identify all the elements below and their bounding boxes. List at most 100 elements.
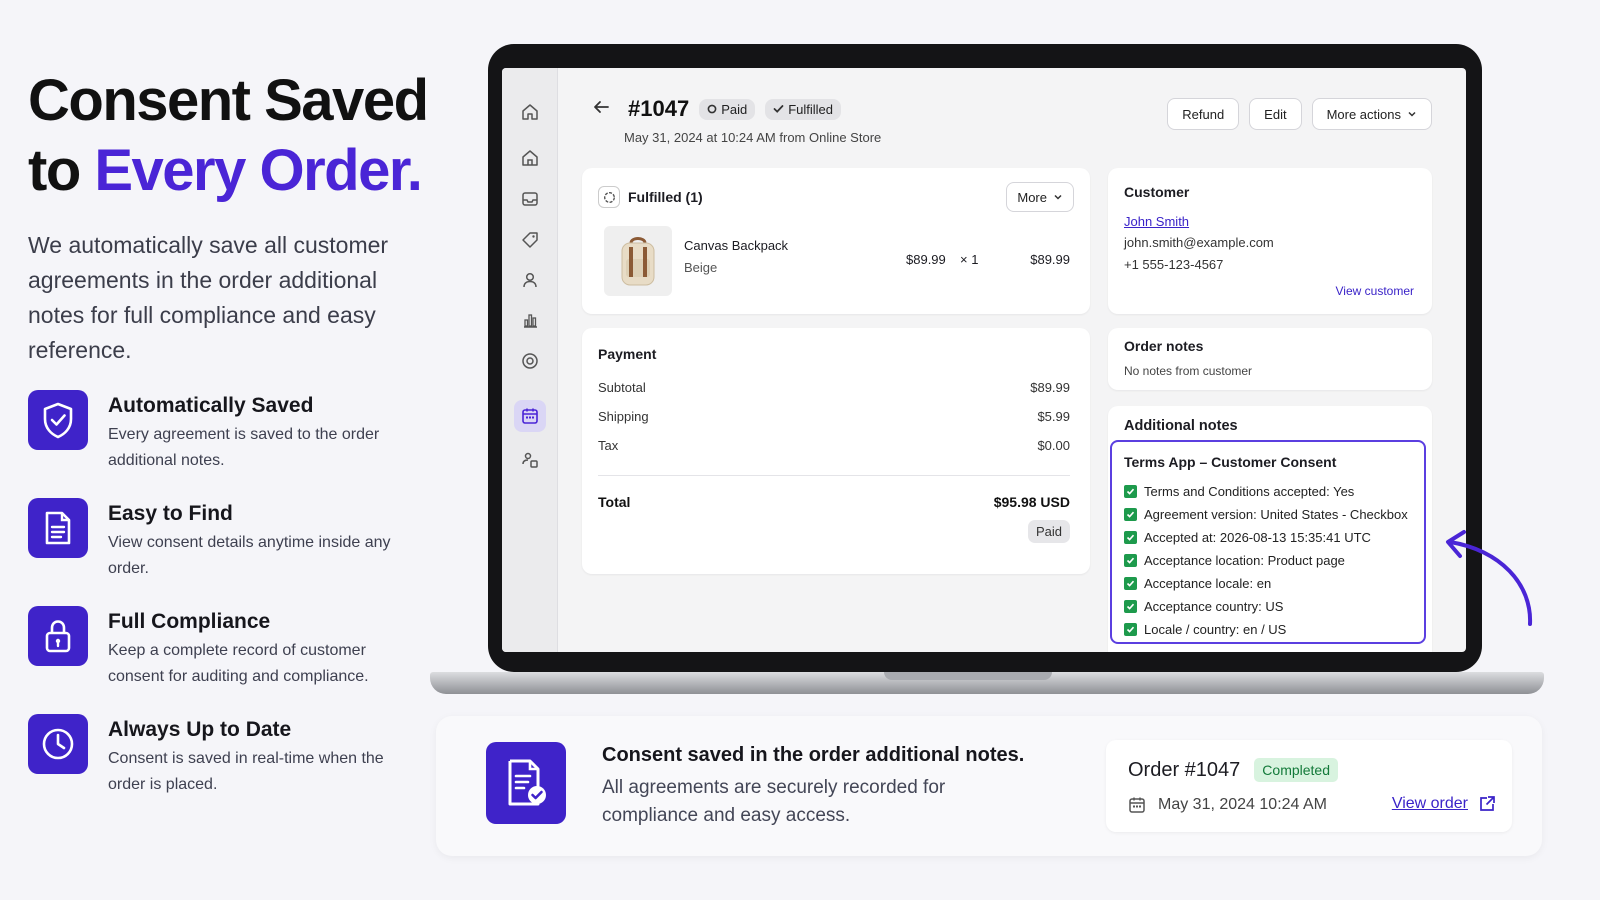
- product-total: $89.99: [1030, 252, 1070, 267]
- order-notes-text: No notes from customer: [1124, 364, 1253, 378]
- admin-screen: #1047 Paid Fulfilled May 31, 2024 at 10:…: [502, 68, 1466, 652]
- hero-title-accent: Every Order.: [94, 138, 423, 203]
- consent-item: Accepted at: 2026-08-13 15:35:41 UTC: [1124, 526, 1408, 549]
- calendar-icon: [1129, 797, 1145, 813]
- customer-name-link[interactable]: John Smith: [1124, 214, 1189, 229]
- payment-total: Total $95.98 USD: [598, 494, 1070, 510]
- analytics-icon[interactable]: [514, 304, 546, 336]
- inbox-icon[interactable]: [514, 183, 546, 215]
- fulfilled-more-button[interactable]: More: [1006, 182, 1074, 212]
- consent-item-text: Locale / country: en / US: [1144, 622, 1287, 637]
- customer-phone: +1 555-123-4567: [1124, 257, 1224, 272]
- marketing-target-icon[interactable]: [514, 345, 546, 377]
- feature-item: Automatically Saved Every agreement is s…: [28, 390, 428, 498]
- order-summary-label: Order #1047: [1128, 758, 1241, 781]
- view-order-link[interactable]: View order: [1392, 795, 1496, 813]
- calendar-app-icon[interactable]: [514, 400, 546, 432]
- feature-desc: Every agreement is saved to the order ad…: [108, 426, 380, 469]
- fulfilled-badge: Fulfilled: [765, 98, 842, 120]
- checkbox-checked-icon: [1124, 623, 1137, 636]
- hero-intro: We automatically save all customer agree…: [28, 232, 389, 363]
- payment-status-badge: Paid: [1027, 520, 1070, 543]
- fulfilled-title: Fulfilled (1): [628, 189, 703, 205]
- payment-line: Subtotal $89.99: [598, 380, 1070, 409]
- product-quantity: × 1: [960, 252, 979, 267]
- feature-list: Automatically Saved Every agreement is s…: [28, 390, 428, 822]
- consent-item-text: Agreement version: United States - Check…: [1144, 507, 1408, 522]
- order-number: #1047: [628, 96, 690, 121]
- checkbox-checked-icon: [1124, 531, 1137, 544]
- fulfilled-more-label: More: [1017, 189, 1047, 205]
- payment-total-label: Total: [598, 494, 631, 510]
- payment-line-value: $89.99: [1030, 380, 1070, 395]
- consent-item: Acceptance country: US: [1124, 595, 1408, 618]
- product-name[interactable]: Canvas Backpack: [684, 238, 788, 253]
- order-header: #1047 Paid Fulfilled May 31, 2024 at 10:…: [592, 96, 881, 145]
- order-date: May 31, 2024 at 10:24 AM from Online Sto…: [624, 130, 882, 145]
- edit-button[interactable]: Edit: [1249, 98, 1302, 130]
- orders-home-icon[interactable]: [514, 142, 546, 174]
- product-variant: Beige: [684, 260, 718, 275]
- feature-item: Always Up to Date Consent is saved in re…: [28, 714, 428, 822]
- product-price: $89.99: [906, 252, 946, 267]
- refund-button[interactable]: Refund: [1167, 98, 1240, 130]
- consent-item: Acceptance location: Product page: [1124, 549, 1408, 572]
- customer-title: Customer: [1124, 184, 1190, 200]
- view-customer-link[interactable]: View customer: [1336, 284, 1414, 298]
- hero-title-line1: Consent Saved: [28, 68, 429, 133]
- external-link-icon: [1480, 796, 1495, 811]
- consent-title: Terms App – Customer Consent: [1124, 454, 1337, 470]
- summary-description: All agreements are securely recorded for…: [602, 777, 946, 826]
- feature-title: Automatically Saved: [108, 394, 314, 417]
- chevron-down-icon: [1408, 111, 1416, 117]
- feature-title: Easy to Find: [108, 502, 233, 525]
- customer-email: john.smith@example.com: [1124, 235, 1274, 250]
- feature-item: Full Compliance Keep a complete record o…: [28, 606, 428, 714]
- order-actions: Refund Edit More actions: [1167, 98, 1432, 130]
- apps-icon[interactable]: [514, 444, 546, 476]
- hero-title-line2: to Every Order.: [28, 136, 428, 206]
- feature-desc: View consent details anytime inside any …: [108, 534, 391, 577]
- pointer-arrow-icon: [1446, 530, 1533, 626]
- consent-item-text: Acceptance location: Product page: [1144, 553, 1345, 568]
- additional-notes-card: Additional notes Terms App – Customer Co…: [1108, 406, 1432, 652]
- payment-line-value: $0.00: [1037, 438, 1070, 453]
- payment-line-label: Subtotal: [598, 380, 646, 395]
- payment-divider: [598, 475, 1070, 476]
- consent-item: Acceptance locale: en: [1124, 572, 1408, 595]
- consent-box: Terms App – Customer Consent Terms and C…: [1110, 440, 1426, 644]
- consent-item-text: Acceptance locale: en: [1144, 576, 1272, 591]
- paid-circle-icon: [707, 104, 717, 114]
- more-actions-label: More actions: [1326, 106, 1401, 122]
- summary-title: Consent saved in the order additional no…: [602, 744, 1025, 766]
- more-actions-button[interactable]: More actions: [1311, 98, 1432, 130]
- admin-sidebar: [502, 68, 558, 652]
- order-summary: Order #1047 Completed May 31, 2024 10:24…: [1106, 740, 1512, 832]
- backpack-image: [621, 237, 655, 286]
- shield-check-icon: [28, 390, 88, 450]
- consent-item: Locale / country: en / US: [1124, 618, 1408, 641]
- payment-total-value: $95.98 USD: [993, 494, 1070, 510]
- checkbox-checked-icon: [1124, 600, 1137, 613]
- person-icon[interactable]: [514, 264, 546, 296]
- view-order-label: View order: [1391, 795, 1468, 812]
- clock-icon: [28, 714, 88, 774]
- payment-line: Tax $0.00: [598, 438, 1070, 467]
- home-icon[interactable]: [514, 96, 546, 128]
- feature-item: Easy to Find View consent details anytim…: [28, 498, 428, 606]
- payment-card: Payment Subtotal $89.99 Shipping $5.99 T…: [582, 328, 1090, 574]
- feature-desc: Keep a complete record of customer conse…: [108, 642, 369, 685]
- checkbox-checked-icon: [1124, 485, 1137, 498]
- back-arrow-icon[interactable]: [592, 98, 610, 121]
- tag-icon[interactable]: [514, 224, 546, 256]
- additional-notes-title: Additional notes: [1124, 418, 1238, 434]
- consent-item-text: Acceptance country: US: [1144, 599, 1284, 614]
- backpack-thumbnail[interactable]: [604, 226, 672, 296]
- payment-line-label: Shipping: [598, 409, 649, 424]
- completed-badge: Completed: [1254, 758, 1338, 782]
- summary-card: Consent saved in the order additional no…: [436, 716, 1542, 856]
- check-icon: [773, 105, 784, 113]
- chevron-down-icon: [1054, 194, 1062, 200]
- hero-title-prefix: to: [28, 138, 95, 203]
- hero-section: Consent Saved to Every Order. We automat…: [28, 66, 429, 822]
